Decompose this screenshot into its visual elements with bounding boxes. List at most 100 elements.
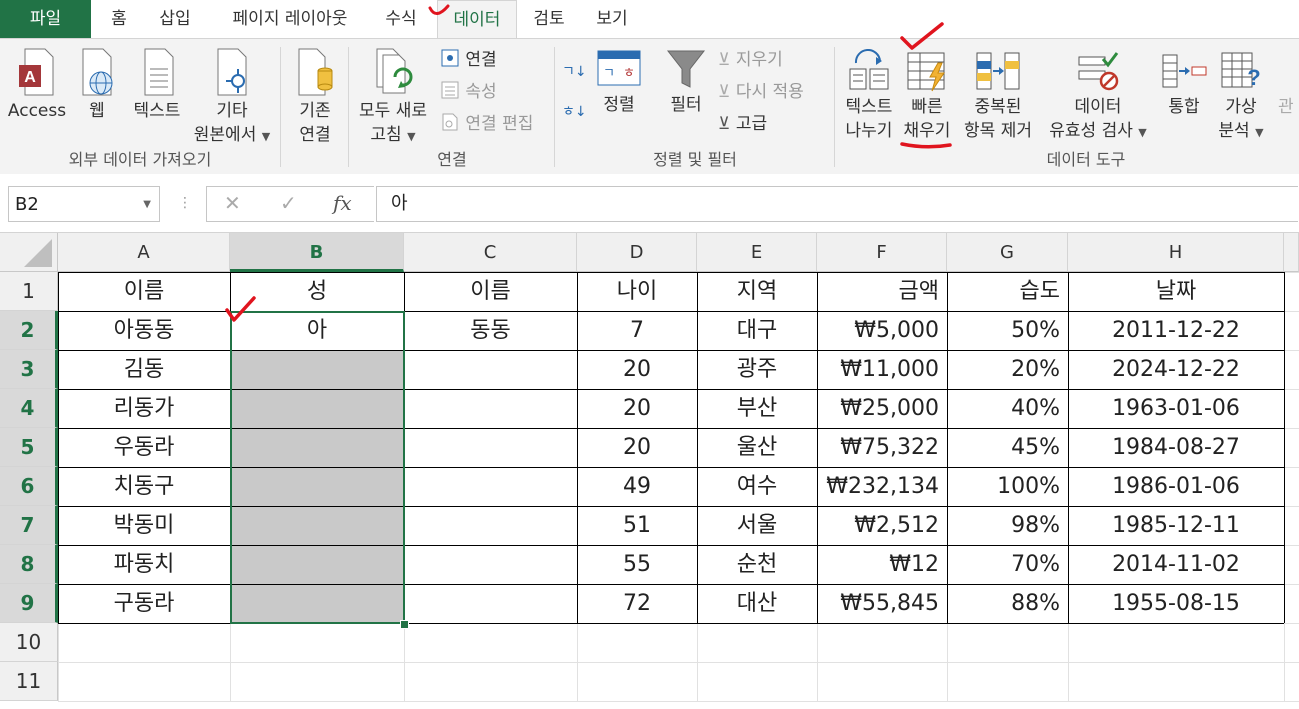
get-from-text-button[interactable]: 텍스트 xyxy=(124,47,190,123)
table-cell[interactable]: 20 xyxy=(577,428,697,467)
table-cell[interactable]: 20 xyxy=(577,389,697,428)
table-cell[interactable]: 2024-12-22 xyxy=(1068,350,1284,389)
row-header-1[interactable]: 1 xyxy=(0,272,58,311)
row-header-3[interactable]: 3 xyxy=(0,350,58,389)
worksheet-grid[interactable]: ABCDEFGH 1 2 3 4 5 6 7 8 9 10 11 이름 성 이름 나이 지역 금액 습도 날짜 아동… xyxy=(0,233,1299,709)
column-header-b[interactable]: B xyxy=(230,233,404,272)
column-header-e[interactable]: E xyxy=(697,233,817,272)
table-cell[interactable]: ₩232,134 xyxy=(817,467,947,506)
insert-function-icon[interactable]: fx xyxy=(333,188,352,218)
table-cell[interactable]: 파동치 xyxy=(58,545,230,584)
data-validation-button[interactable]: 데이터 유효성 검사 ▼ xyxy=(1040,49,1156,145)
properties-button[interactable]: 속성 xyxy=(440,79,497,105)
get-from-web-button[interactable]: 웹 xyxy=(74,47,120,123)
cancel-icon[interactable]: ✕ xyxy=(224,188,241,218)
what-if-analysis-button[interactable]: ? 가상 분석 ▼ xyxy=(1212,49,1270,145)
table-header-cell[interactable]: 금액 xyxy=(817,272,947,311)
table-cell[interactable]: 리동가 xyxy=(58,389,230,428)
table-cell[interactable]: 순천 xyxy=(697,545,817,584)
clear-filter-button[interactable]: ⊻ 지우기 xyxy=(718,47,783,73)
table-cell[interactable]: 98% xyxy=(947,506,1068,545)
filter-button[interactable]: 필터 xyxy=(660,47,712,117)
tab-insert[interactable]: 삽입 xyxy=(150,0,200,38)
table-cell[interactable] xyxy=(404,506,577,545)
column-header-extra[interactable] xyxy=(1284,233,1299,272)
advanced-filter-button[interactable]: ⊻ 고급 xyxy=(718,111,767,137)
remove-duplicates-button[interactable]: 중복된 항목 제거 xyxy=(958,49,1038,143)
refresh-all-button[interactable]: 모두 새로 고침 ▼ xyxy=(352,47,434,149)
table-cell[interactable]: 20% xyxy=(947,350,1068,389)
chevron-down-icon[interactable]: ▼ xyxy=(143,187,151,223)
sort-descending-button[interactable]: ㅎ↓ xyxy=(562,99,587,125)
from-other-sources-button[interactable]: 기타 원본에서 ▼ xyxy=(188,47,276,149)
select-all-corner[interactable] xyxy=(0,233,58,272)
tab-home[interactable]: 홈 xyxy=(100,0,138,38)
table-cell[interactable]: 울산 xyxy=(697,428,817,467)
text-to-columns-button[interactable]: 텍스트 나누기 xyxy=(838,49,900,143)
table-cell[interactable]: 대산 xyxy=(697,584,817,623)
table-cell[interactable]: 70% xyxy=(947,545,1068,584)
table-cell[interactable]: 1986-01-06 xyxy=(1068,467,1284,506)
table-cell[interactable]: 45% xyxy=(947,428,1068,467)
table-cell[interactable]: 치동구 xyxy=(58,467,230,506)
enter-icon[interactable]: ✓ xyxy=(280,188,297,218)
table-cell[interactable]: 여수 xyxy=(697,467,817,506)
table-cell[interactable] xyxy=(404,584,577,623)
table-cell[interactable]: ₩11,000 xyxy=(817,350,947,389)
reapply-button[interactable]: ⊻ 다시 적용 xyxy=(718,79,804,105)
row-header-9[interactable]: 9 xyxy=(0,584,58,623)
tab-view[interactable]: 보기 xyxy=(586,0,638,38)
table-cell[interactable]: 100% xyxy=(947,467,1068,506)
table-cell[interactable]: 1984-08-27 xyxy=(1068,428,1284,467)
table-cell[interactable]: 2011-12-22 xyxy=(1068,311,1284,350)
table-cell[interactable]: 51 xyxy=(577,506,697,545)
table-cell[interactable]: 부산 xyxy=(697,389,817,428)
table-cell[interactable]: ₩75,322 xyxy=(817,428,947,467)
table-cell[interactable]: 박동미 xyxy=(58,506,230,545)
formula-input[interactable]: 아 xyxy=(376,186,1298,222)
selection-range[interactable] xyxy=(230,311,405,624)
table-cell[interactable]: 1955-08-15 xyxy=(1068,584,1284,623)
table-cell[interactable]: ₩12 xyxy=(817,545,947,584)
table-cell[interactable]: 서울 xyxy=(697,506,817,545)
table-cell[interactable]: 우동라 xyxy=(58,428,230,467)
table-cell[interactable]: ₩5,000 xyxy=(817,311,947,350)
table-cell[interactable] xyxy=(404,467,577,506)
connections-button[interactable]: 연결 xyxy=(440,47,497,73)
column-header-d[interactable]: D xyxy=(577,233,697,272)
consolidate-button[interactable]: 통합 xyxy=(1156,49,1212,119)
row-header-10[interactable]: 10 xyxy=(0,623,58,662)
table-cell[interactable]: 동동 xyxy=(404,311,577,350)
table-cell[interactable]: 20 xyxy=(577,350,697,389)
row-header-8[interactable]: 8 xyxy=(0,545,58,584)
column-header-a[interactable]: A xyxy=(58,233,230,272)
table-cell[interactable]: 55 xyxy=(577,545,697,584)
sort-ascending-button[interactable]: ㄱ↓ xyxy=(562,59,587,85)
existing-connections-button[interactable]: 기존 연결 xyxy=(288,47,342,147)
table-cell[interactable]: 1963-01-06 xyxy=(1068,389,1284,428)
table-cell[interactable]: 대구 xyxy=(697,311,817,350)
table-cell[interactable]: 구동라 xyxy=(58,584,230,623)
tab-file[interactable]: 파일 xyxy=(0,0,91,38)
table-cell[interactable]: 아동동 xyxy=(58,311,230,350)
table-cell[interactable] xyxy=(404,389,577,428)
column-header-h[interactable]: H xyxy=(1068,233,1284,272)
table-cell[interactable]: ₩55,845 xyxy=(817,584,947,623)
get-from-access-button[interactable]: A Access xyxy=(4,47,70,123)
sort-button[interactable]: ㄱ ㅎ 정렬 xyxy=(594,47,644,117)
row-header-11[interactable]: 11 xyxy=(0,662,58,701)
table-cell[interactable]: 1985-12-11 xyxy=(1068,506,1284,545)
fill-handle[interactable] xyxy=(400,620,409,629)
tab-page-layout[interactable]: 페이지 레이아웃 xyxy=(215,0,365,38)
table-header-cell[interactable]: 날짜 xyxy=(1068,272,1284,311)
column-header-f[interactable]: F xyxy=(817,233,947,272)
edit-links-button[interactable]: 연결 편집 xyxy=(440,111,533,137)
table-header-cell[interactable]: 지역 xyxy=(697,272,817,311)
relationships-button[interactable]: 관 xyxy=(1278,95,1299,119)
table-cell[interactable]: 49 xyxy=(577,467,697,506)
table-cell[interactable]: 40% xyxy=(947,389,1068,428)
table-cell[interactable]: 72 xyxy=(577,584,697,623)
table-header-cell[interactable]: 나이 xyxy=(577,272,697,311)
table-header-cell[interactable]: 습도 xyxy=(947,272,1068,311)
table-header-cell[interactable]: 이름 xyxy=(404,272,577,311)
